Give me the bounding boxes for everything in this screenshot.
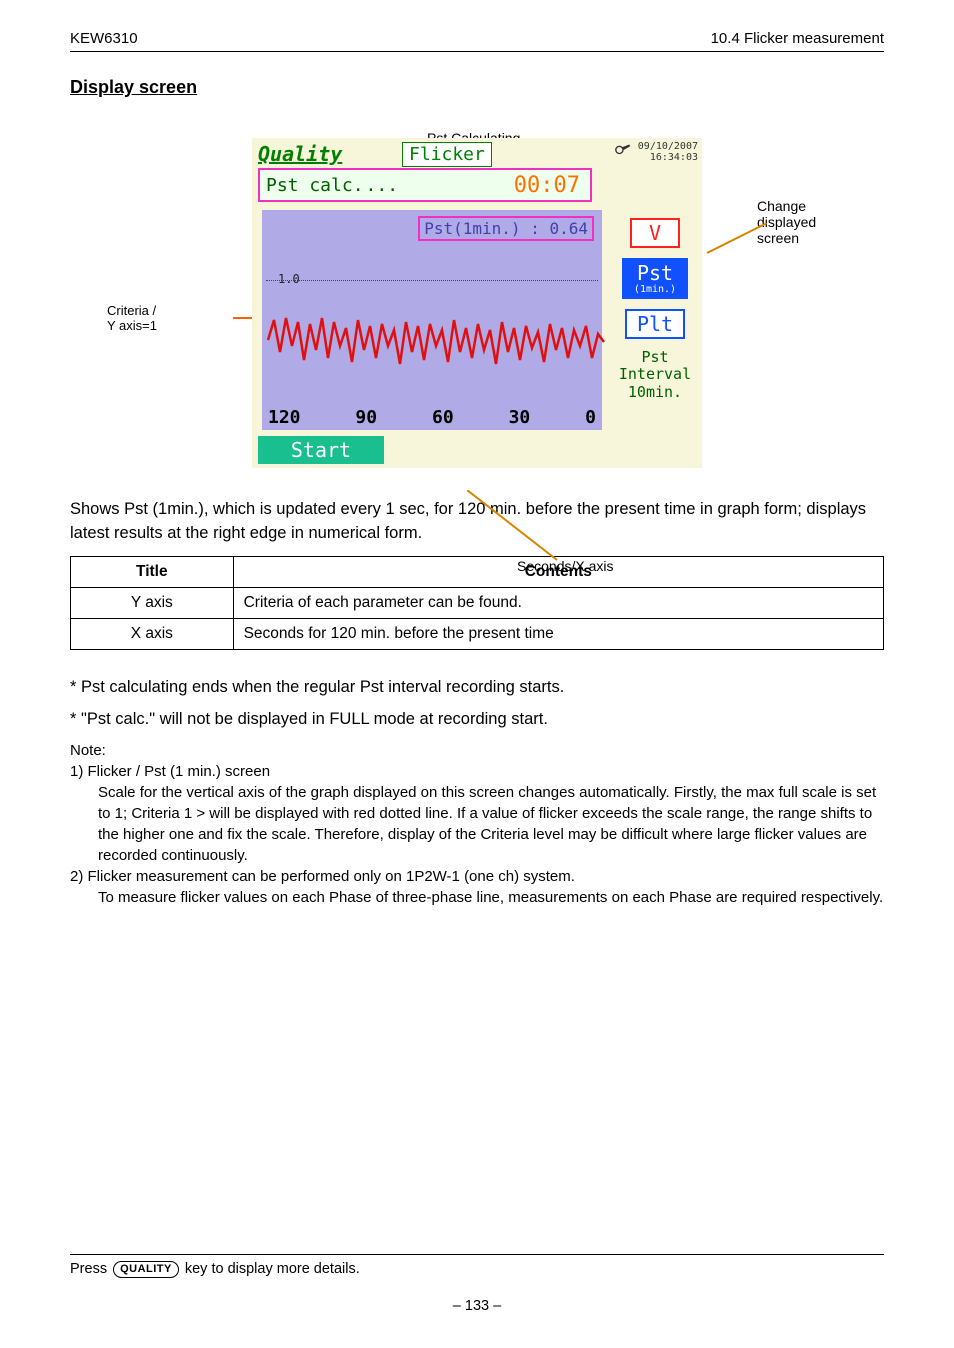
- xtick-60: 60: [432, 407, 454, 428]
- plt-button[interactable]: Plt: [625, 309, 685, 339]
- note-block: Note: 1) Flicker / Pst (1 min.) screen S…: [70, 740, 884, 908]
- followup-1: * Pst calculating ends when the regular …: [70, 676, 884, 700]
- pst1min-label: Pst(1min.): [424, 219, 520, 238]
- note-title: Note:: [70, 740, 884, 761]
- footer-before: Press: [70, 1261, 107, 1277]
- table-row: Y axis Criteria of each parameter can be…: [71, 587, 884, 618]
- note-item1-body: Scale for the vertical axis of the graph…: [70, 782, 884, 866]
- connector-icon: [614, 142, 632, 156]
- th-title: Title: [71, 556, 234, 587]
- arrow-seconds: [467, 490, 587, 570]
- flicker-trace: [266, 280, 606, 400]
- note-item2: 2) Flicker measurement can be performed …: [70, 866, 884, 887]
- pst-button[interactable]: Pst (1min.): [622, 258, 688, 299]
- pst-interval-label: Pst Interval 10min.: [619, 349, 691, 401]
- ss-date: 09/10/2007: [638, 141, 698, 152]
- pst-calc-row: Pst calc. ... 00:07: [258, 168, 592, 202]
- section-title: Display screen: [70, 77, 884, 98]
- pst-button-label: Pst: [637, 261, 673, 285]
- xtick-90: 90: [355, 407, 377, 428]
- header-right: 10.4 Flicker measurement: [711, 30, 884, 47]
- start-button[interactable]: Start: [258, 436, 384, 464]
- pst-button-sub: (1min.): [634, 284, 676, 295]
- right-buttons: V Pst (1min.) Plt Pst Interval 10min.: [620, 218, 690, 401]
- pst-calc-label: Pst calc.: [260, 175, 364, 196]
- note-item1: 1) Flicker / Pst (1 min.) screen: [70, 761, 884, 782]
- pst1min-value: 0.64: [549, 219, 588, 238]
- td-xaxis-key: X axis: [71, 618, 234, 649]
- page-header: KEW6310 10.4 Flicker measurement: [70, 30, 884, 47]
- chart-area: Pst(1min.) : 0.64 1.0 120 90 60 30 0: [262, 210, 602, 430]
- table-row: X axis Seconds for 120 min. before the p…: [71, 618, 884, 649]
- ss-datetime: 09/10/2007 16:34:03: [638, 141, 698, 163]
- footer: Press QUALITY key to display more detail…: [70, 1246, 884, 1314]
- quality-key-icon: QUALITY: [113, 1261, 179, 1278]
- screenshot: Quality Flicker 09/10/2007 16:34:03 Pst …: [252, 138, 702, 468]
- note-item2-body: To measure flicker values on each Phase …: [70, 887, 884, 908]
- xticks: 120 90 60 30 0: [262, 407, 602, 428]
- footer-after: key to display more details.: [185, 1261, 360, 1277]
- xtick-30: 30: [509, 407, 531, 428]
- header-divider: [70, 51, 884, 52]
- label-yaxis: Criteria /Y axis=1: [107, 303, 247, 333]
- xtick-120: 120: [268, 407, 301, 428]
- td-yaxis-val: Criteria of each parameter can be found.: [233, 587, 883, 618]
- tab-flicker[interactable]: Flicker: [402, 142, 492, 167]
- td-yaxis-key: Y axis: [71, 587, 234, 618]
- v-button[interactable]: V: [630, 218, 680, 248]
- xtick-0: 0: [585, 407, 596, 428]
- page-number: – 133 –: [70, 1298, 884, 1314]
- followup-2: * "Pst calc." will not be displayed in F…: [70, 708, 884, 732]
- pst-calc-dots: ...: [364, 175, 399, 196]
- td-xaxis-val: Seconds for 120 min. before the present …: [233, 618, 883, 649]
- ss-brand: Quality: [258, 142, 342, 166]
- header-left: KEW6310: [70, 30, 138, 47]
- label-change: Change displayed screen: [757, 198, 837, 246]
- figure-wrap: Pst Calculating Seconds/X axis Criteria …: [167, 138, 787, 468]
- ss-time: 16:34:03: [650, 152, 698, 163]
- pst1min-readout: Pst(1min.) : 0.64: [418, 216, 594, 241]
- pst-calc-time: 00:07: [514, 173, 590, 198]
